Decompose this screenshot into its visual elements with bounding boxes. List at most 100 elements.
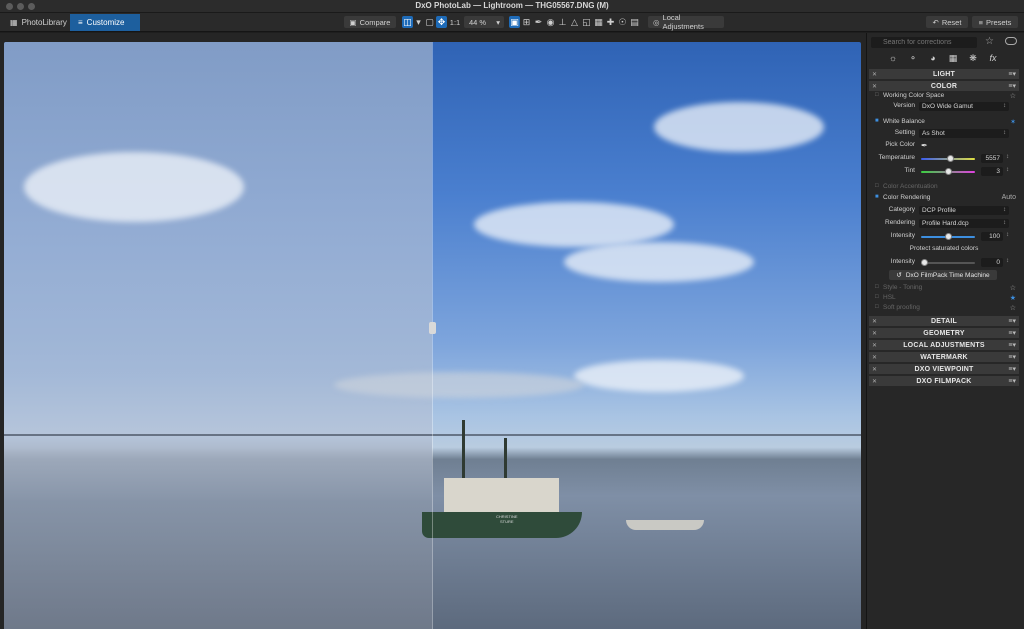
image-viewer[interactable]: CHRISTINE STURE	[0, 33, 866, 629]
zoom-select[interactable]: 44 % ▾	[464, 16, 504, 28]
soft-proofing-row[interactable]: □ Soft proofing ☆	[869, 304, 1019, 314]
hsl-row[interactable]: □ HSL ★	[869, 294, 1019, 304]
section-detail[interactable]: ✕ DETAIL ≡▾	[869, 316, 1019, 326]
geometry-icon[interactable]: ▦	[947, 52, 959, 64]
red-eye-tool-icon[interactable]: ◉	[545, 16, 556, 28]
search-corrections-input[interactable]	[871, 37, 977, 48]
checkbox-icon[interactable]: □	[875, 304, 879, 310]
checkbox-icon[interactable]: ■	[875, 118, 879, 124]
checkbox-icon[interactable]: □	[875, 92, 879, 98]
setting-select[interactable]: As Shot	[919, 129, 1009, 138]
straighten-tool-icon[interactable]: ⊞	[521, 16, 532, 28]
white-balance-row[interactable]: ■ White Balance ✶	[869, 118, 1019, 128]
white-balance-picker-icon[interactable]: ✒	[533, 16, 544, 28]
section-dxo-viewpoint[interactable]: ✕ DXO VIEWPOINT ≡▾	[869, 364, 1019, 374]
menu-icon[interactable]: ≡▾	[1008, 317, 1016, 325]
menu-icon[interactable]: ≡▾	[1008, 365, 1016, 373]
fit-to-screen-icon[interactable]: ▢	[424, 16, 435, 28]
intensity-slider[interactable]	[921, 233, 975, 240]
compare-split-line[interactable]	[432, 42, 433, 629]
protect-intensity-slider-knob[interactable]	[921, 259, 928, 266]
color-rendering-row[interactable]: ■ Color Rendering Auto	[869, 194, 1019, 204]
close-icon[interactable]: ✕	[872, 366, 877, 373]
menu-icon[interactable]: ≡▾	[1008, 341, 1016, 349]
close-icon[interactable]: ✕	[872, 330, 877, 337]
favorite-icon[interactable]: ☆	[1010, 92, 1016, 100]
perspective-tool-icon[interactable]: △	[569, 16, 580, 28]
section-watermark[interactable]: ✕ WATERMARK ≡▾	[869, 352, 1019, 362]
close-icon[interactable]: ✕	[872, 354, 877, 361]
version-select[interactable]: DxO Wide Gamut	[919, 102, 1009, 111]
photo-preview[interactable]: CHRISTINE STURE	[4, 42, 861, 629]
close-icon[interactable]: ✕	[872, 318, 877, 325]
toggle-icon[interactable]	[1005, 37, 1017, 45]
close-icon[interactable]: ✕	[872, 83, 877, 90]
intensity-slider-knob[interactable]	[944, 233, 952, 240]
tint-slider[interactable]	[921, 168, 975, 175]
grid-overlay-icon[interactable]: ▦	[593, 16, 604, 28]
stepper-icon[interactable]: ↕	[1006, 232, 1009, 238]
eye-preview-icon[interactable]: ☉	[617, 16, 628, 28]
favorite-icon[interactable]: ☆	[1010, 284, 1016, 292]
tint-slider-knob[interactable]	[944, 168, 952, 175]
reset-button[interactable]: ↶ Reset	[926, 16, 968, 28]
color-rendering-mode[interactable]: Auto	[1002, 194, 1016, 201]
tab-photolibrary[interactable]: ▦ PhotoLibrary	[2, 14, 75, 31]
zoom-1-1-button[interactable]: 1:1	[448, 16, 462, 28]
working-color-space-row[interactable]: □ Working Color Space ☆	[869, 92, 1019, 102]
close-icon[interactable]: ✕	[872, 378, 877, 385]
category-select[interactable]: DCP Profile	[919, 206, 1009, 215]
presets-button[interactable]: ≡ Presets	[972, 16, 1018, 28]
chevron-down-icon[interactable]: ▾	[413, 16, 424, 28]
intensity-value[interactable]: 100	[981, 232, 1003, 241]
stepper-icon[interactable]: ↕	[1006, 167, 1009, 173]
section-light[interactable]: ✕ LIGHT ≡▾	[869, 69, 1019, 79]
menu-icon[interactable]: ≡▾	[1008, 82, 1016, 90]
detail-icon[interactable]: ◕	[927, 52, 939, 64]
checkbox-icon[interactable]: □	[875, 294, 879, 300]
color-accentuation-row[interactable]: □ Color Accentuation	[869, 183, 1019, 193]
favorite-icon[interactable]: ★	[1010, 294, 1016, 302]
crop-tool-icon[interactable]: ▣	[509, 16, 520, 28]
split-view-icon[interactable]: ◫	[402, 16, 413, 28]
menu-icon[interactable]: ≡▾	[1008, 377, 1016, 385]
close-icon[interactable]: ✕	[872, 342, 877, 349]
temperature-slider[interactable]	[921, 155, 975, 162]
menu-icon[interactable]: ≡▾	[1008, 70, 1016, 78]
sun-icon[interactable]: ☼	[887, 52, 899, 64]
local-adjustments-button[interactable]: ◎ Local Adjustments	[648, 13, 724, 31]
filmpack-time-machine-button[interactable]: ↺ DxO FilmPack Time Machine	[889, 270, 997, 280]
mask-tool-icon[interactable]: ◱	[581, 16, 592, 28]
histogram-icon[interactable]: ▤	[629, 16, 640, 28]
compare-split-handle[interactable]	[429, 322, 436, 334]
style-toning-row[interactable]: □ Style - Toning ☆	[869, 284, 1019, 294]
checkbox-icon[interactable]: □	[875, 183, 879, 189]
section-color[interactable]: ✕ COLOR ≡▾	[869, 81, 1019, 91]
section-dxo-filmpack[interactable]: ✕ DXO FILMPACK ≡▾	[869, 376, 1019, 386]
section-geometry[interactable]: ✕ GEOMETRY ≡▾	[869, 328, 1019, 338]
tint-value[interactable]: 3	[981, 167, 1003, 176]
tab-customize[interactable]: ≡ Customize	[70, 14, 140, 31]
menu-icon[interactable]: ≡▾	[1008, 329, 1016, 337]
temperature-slider-knob[interactable]	[947, 155, 955, 162]
stepper-icon[interactable]: ↕	[1006, 258, 1009, 264]
protect-intensity-slider[interactable]	[921, 259, 975, 266]
temperature-value[interactable]: 5557	[981, 154, 1003, 163]
eyedropper-icon[interactable]: ✒	[921, 141, 928, 150]
auto-icon[interactable]: ✶	[1010, 118, 1016, 126]
favorite-icon[interactable]: ☆	[1010, 304, 1016, 312]
close-icon[interactable]: ✕	[872, 71, 877, 78]
horizon-tool-icon[interactable]: ⊥	[557, 16, 568, 28]
repair-tool-icon[interactable]: ✚	[605, 16, 616, 28]
effects-icon[interactable]: ❋	[967, 52, 979, 64]
stepper-icon[interactable]: ↕	[1006, 154, 1009, 160]
protect-intensity-value[interactable]: 0	[981, 258, 1003, 267]
section-local-adjustments[interactable]: ✕ LOCAL ADJUSTMENTS ≡▾	[869, 340, 1019, 350]
compare-button[interactable]: ▣ Compare	[344, 16, 396, 28]
checkbox-icon[interactable]: □	[875, 284, 879, 290]
star-icon[interactable]: ☆	[985, 36, 994, 47]
color-circles-icon[interactable]: ⚬	[907, 52, 919, 64]
checkbox-icon[interactable]: ■	[875, 194, 879, 200]
move-hand-icon[interactable]: ✥	[436, 16, 447, 28]
function-icon[interactable]: fx	[987, 52, 999, 64]
